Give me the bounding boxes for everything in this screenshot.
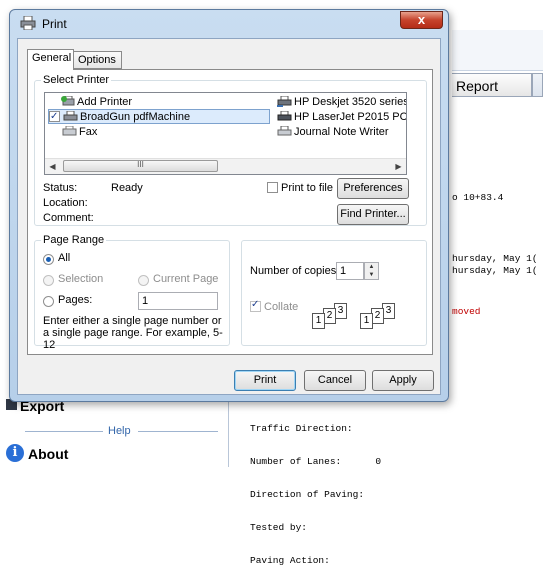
select-printer-legend: Select Printer: [41, 74, 112, 86]
preferences-button[interactable]: Preferences: [337, 178, 409, 199]
select-printer-group: Select Printer Add Printer Broad: [34, 74, 427, 226]
tab-options[interactable]: Options: [73, 51, 122, 69]
printer-icon: [277, 126, 292, 136]
report-tab-edge: [532, 73, 543, 97]
copies-input[interactable]: 1: [336, 262, 364, 280]
print-to-file-option[interactable]: Print to file: [267, 182, 333, 194]
collate-page: 1: [360, 313, 373, 329]
printer-icon: [63, 111, 78, 121]
pages-radio[interactable]: [43, 296, 54, 307]
report-line: Paving Action:: [250, 555, 330, 566]
selection-radio[interactable]: [43, 275, 54, 286]
collate-label: Collate: [264, 301, 299, 313]
spin-up-icon[interactable]: ▲: [365, 263, 378, 271]
printer-label: Fax: [79, 126, 98, 138]
status-label: Status:: [43, 182, 78, 194]
all-label: All: [58, 252, 71, 264]
spin-down-icon[interactable]: ▼: [365, 271, 378, 279]
report-line: Traffic Direction:: [250, 423, 353, 434]
location-label: Location:: [43, 197, 88, 209]
close-button[interactable]: x: [400, 11, 443, 29]
printer-label: HP Deskjet 3520 series: [294, 96, 407, 108]
page-range-hint: Enter either a single page number or a s…: [43, 315, 223, 351]
printer-list-scrollbar[interactable]: ◀ III ▶: [45, 158, 406, 174]
fax-icon: [62, 126, 77, 136]
page-range-group: Page Range All Selection Current Page Pa…: [34, 234, 230, 351]
pages-input[interactable]: 1: [138, 292, 218, 310]
print-to-file-checkbox[interactable]: [267, 182, 278, 193]
printer-icon: [277, 111, 292, 121]
scrollbar-thumb[interactable]: III: [63, 160, 218, 172]
collate-illustration-icon: 3 2 1 3 2 1: [312, 303, 422, 339]
cancel-button[interactable]: Cancel: [304, 370, 366, 391]
help-section-label: Help: [108, 425, 131, 437]
find-printer-button[interactable]: Find Printer...: [337, 204, 409, 225]
tab-general[interactable]: General: [27, 49, 74, 70]
printer-list[interactable]: Add Printer BroadGun pdfMachine Fax: [44, 92, 407, 175]
report-line-date: hursday, May 1(: [452, 265, 538, 276]
printer-item-journal-note-writer[interactable]: Journal Note Writer: [277, 125, 389, 140]
current-page-radio[interactable]: [138, 275, 149, 286]
copies-spinner[interactable]: ▲ ▼: [364, 262, 379, 280]
report-line-removed: moved: [452, 306, 481, 317]
add-printer-icon: [61, 96, 75, 106]
number-of-copies-label: Number of copies:: [250, 265, 340, 277]
printer-item-hp-laserjet[interactable]: HP LaserJet P2015 PCL: [277, 110, 407, 125]
all-radio[interactable]: [43, 254, 54, 265]
selection-label: Selection: [58, 273, 104, 285]
printer-item-add-printer[interactable]: Add Printer: [60, 95, 132, 110]
help-divider-left: [25, 431, 103, 432]
printer-item-fax[interactable]: Fax: [62, 125, 97, 140]
print-button[interactable]: Print: [234, 370, 296, 391]
pages-label: Pages:: [58, 294, 93, 306]
report-line: Direction of Paving:: [250, 489, 365, 500]
printer-item-hp-deskjet[interactable]: HP Deskjet 3520 series: [277, 95, 407, 110]
report-details: Traffic Direction: Number of Lanes: 0 Di…: [250, 401, 381, 588]
copies-group: Number of copies: 1 ▲ ▼ Collate 3 2 1 3 …: [241, 240, 427, 346]
page-range-legend: Page Range: [41, 234, 107, 246]
report-line: Tested by:: [250, 522, 308, 533]
info-icon: i: [6, 444, 24, 462]
printer-label: BroadGun pdfMachine: [80, 111, 191, 123]
scroll-left-icon[interactable]: ◀: [45, 159, 60, 174]
apply-button[interactable]: Apply: [372, 370, 434, 391]
report-line: Number of Lanes: 0: [250, 456, 382, 467]
dialog-client-area: General Options Select Printer Add Print…: [17, 38, 441, 395]
comment-label: Comment:: [43, 212, 94, 224]
print-dialog: Print x General Options Select Printer A…: [9, 9, 449, 402]
network-printer-icon: [277, 96, 292, 107]
status-value: Ready: [111, 182, 143, 194]
about-link[interactable]: About: [28, 446, 68, 462]
report-line-station: o 10+83.4: [452, 192, 504, 203]
general-tab-panel: Select Printer Add Printer Broad: [27, 69, 433, 355]
collate-option[interactable]: Collate: [250, 299, 299, 313]
report-tab[interactable]: Report: [452, 73, 532, 97]
printer-icon: [20, 16, 36, 30]
printer-label: HP LaserJet P2015 PCL: [294, 111, 407, 123]
background-toolbar: [452, 30, 543, 71]
print-to-file-label: Print to file: [281, 182, 333, 194]
help-divider-right: [138, 431, 218, 432]
scroll-right-icon[interactable]: ▶: [391, 159, 406, 174]
printer-item-broadgun[interactable]: BroadGun pdfMachine: [48, 109, 270, 124]
default-printer-check-icon: [49, 109, 60, 124]
dialog-title: Print: [42, 17, 67, 31]
dialog-titlebar[interactable]: Print x: [10, 10, 448, 38]
printer-label: Journal Note Writer: [294, 126, 389, 138]
report-line-date: hursday, May 1(: [452, 253, 538, 264]
current-page-label: Current Page: [153, 273, 219, 285]
collate-checkbox[interactable]: [250, 299, 261, 312]
printer-label: Add Printer: [77, 96, 133, 108]
collate-page: 1: [312, 313, 325, 329]
